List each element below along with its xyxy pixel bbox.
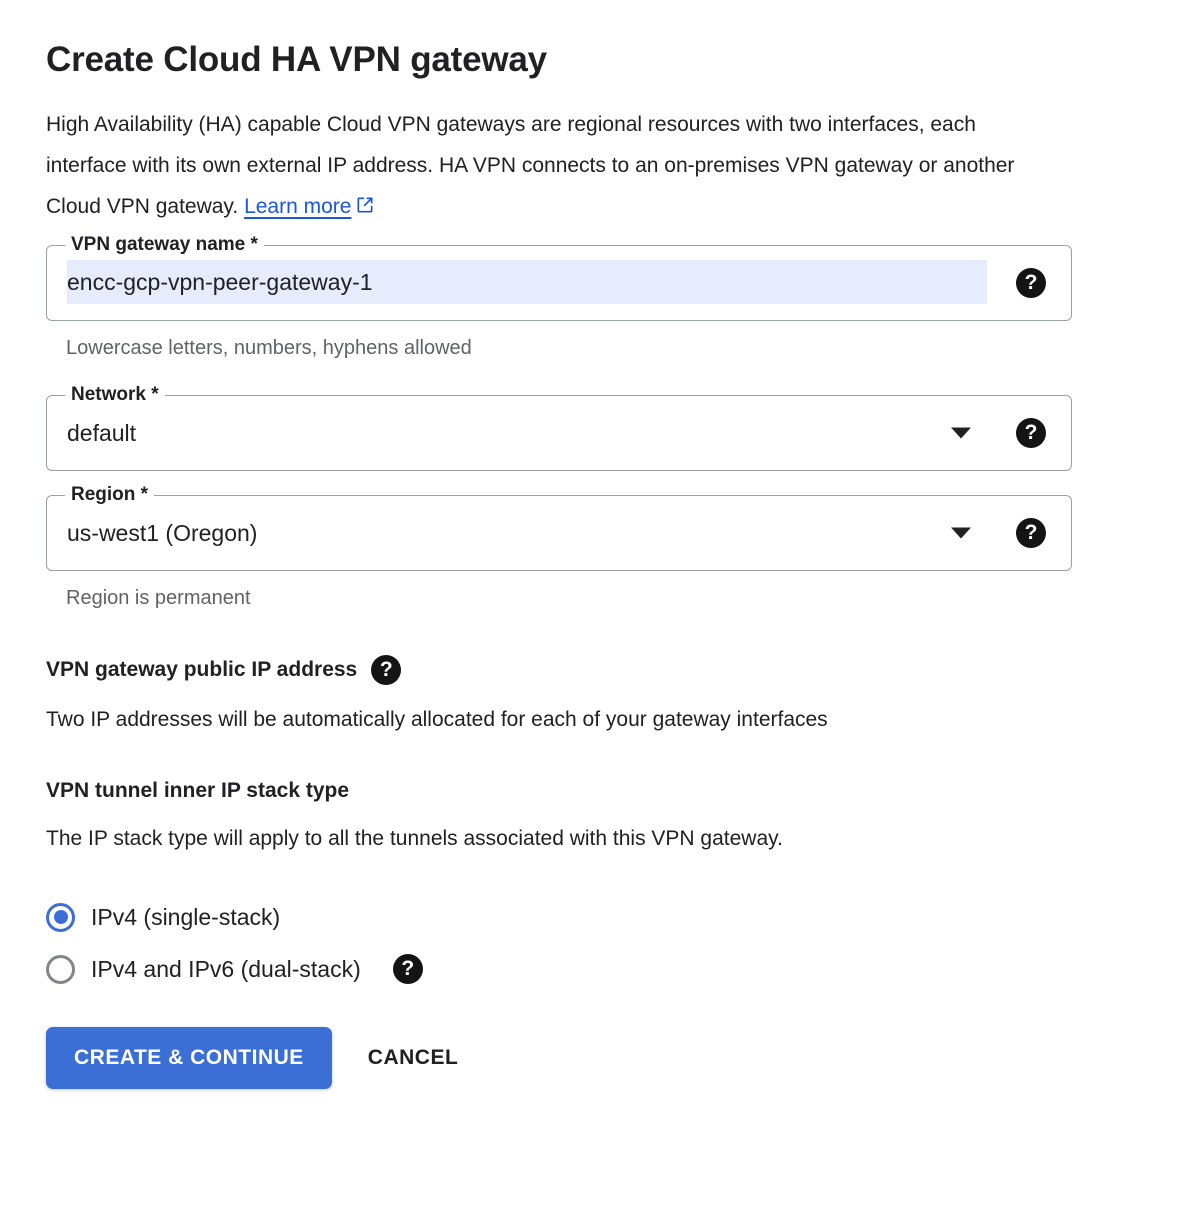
page-description-text: High Availability (HA) capable Cloud VPN…: [46, 113, 1015, 218]
help-icon[interactable]: ?: [371, 655, 402, 685]
network-value: default: [67, 420, 137, 446]
gateway-name-hint: Lowercase letters, numbers, hyphens allo…: [66, 337, 472, 359]
create-vpn-gateway-panel: Create Cloud HA VPN gateway High Availab…: [0, 0, 1194, 1218]
network-label: Network *: [65, 384, 165, 406]
radio-option-ipv4-ipv6-dual-stack[interactable]: IPv4 and IPv6 (dual-stack) ?: [46, 943, 1194, 995]
network-field-block: Network * default ?: [46, 384, 1194, 471]
radio-indicator-selected[interactable]: [46, 902, 75, 932]
help-icon[interactable]: ?: [1016, 418, 1046, 448]
gateway-name-field-block: VPN gateway name * ? Lowercase letters, …: [46, 234, 1194, 361]
help-icon[interactable]: ?: [1016, 518, 1046, 548]
region-select[interactable]: Region * us-west1 (Oregon) ?: [46, 484, 1072, 571]
region-field-block: Region * us-west1 (Oregon) ? Region is p…: [46, 484, 1194, 611]
create-and-continue-button[interactable]: CREATE & CONTINUE: [46, 1027, 332, 1089]
stack-type-section: VPN tunnel inner IP stack type The IP st…: [46, 778, 1194, 995]
page-title: Create Cloud HA VPN gateway: [46, 40, 547, 79]
action-bar: CREATE & CONTINUE CANCEL: [46, 1027, 1194, 1089]
stack-type-title-row: VPN tunnel inner IP stack type: [46, 778, 1194, 804]
learn-more-link[interactable]: Learn more: [244, 195, 351, 218]
stack-type-title: VPN tunnel inner IP stack type: [46, 779, 350, 802]
region-hint: Region is permanent: [66, 587, 251, 609]
gateway-name-label: VPN gateway name *: [65, 234, 264, 256]
help-icon[interactable]: ?: [1016, 268, 1046, 298]
gateway-name-input-highlight: [67, 260, 987, 304]
learn-more-label: Learn more: [244, 195, 352, 218]
radio-label: IPv4 (single-stack): [91, 904, 281, 930]
gateway-name-field[interactable]: VPN gateway name * ?: [46, 234, 1072, 321]
gateway-name-input[interactable]: [67, 267, 987, 297]
open-in-new-icon: [355, 188, 375, 229]
region-label: Region *: [65, 484, 155, 506]
public-ip-description: Two IP addresses will be automatically a…: [46, 708, 828, 731]
cancel-button[interactable]: CANCEL: [346, 1027, 481, 1089]
chevron-down-icon[interactable]: [951, 527, 971, 539]
public-ip-title: VPN gateway public IP address: [46, 658, 358, 681]
chevron-down-icon[interactable]: [951, 427, 971, 439]
radio-label: IPv4 and IPv6 (dual-stack): [91, 956, 361, 982]
region-value: us-west1 (Oregon): [67, 520, 258, 546]
radio-option-ipv4-single-stack[interactable]: IPv4 (single-stack): [46, 891, 1194, 943]
stack-type-radio-group: IPv4 (single-stack) IPv4 and IPv6 (dual-…: [46, 891, 1194, 995]
stack-type-description: The IP stack type will apply to all the …: [46, 827, 783, 850]
radio-indicator-unselected[interactable]: [46, 954, 75, 984]
help-icon[interactable]: ?: [392, 954, 423, 984]
public-ip-section: VPN gateway public IP address ? Two IP a…: [46, 655, 1194, 734]
network-select[interactable]: Network * default ?: [46, 384, 1072, 471]
page-description: High Availability (HA) capable Cloud VPN…: [46, 104, 1046, 229]
public-ip-title-row: VPN gateway public IP address ?: [46, 655, 1194, 685]
